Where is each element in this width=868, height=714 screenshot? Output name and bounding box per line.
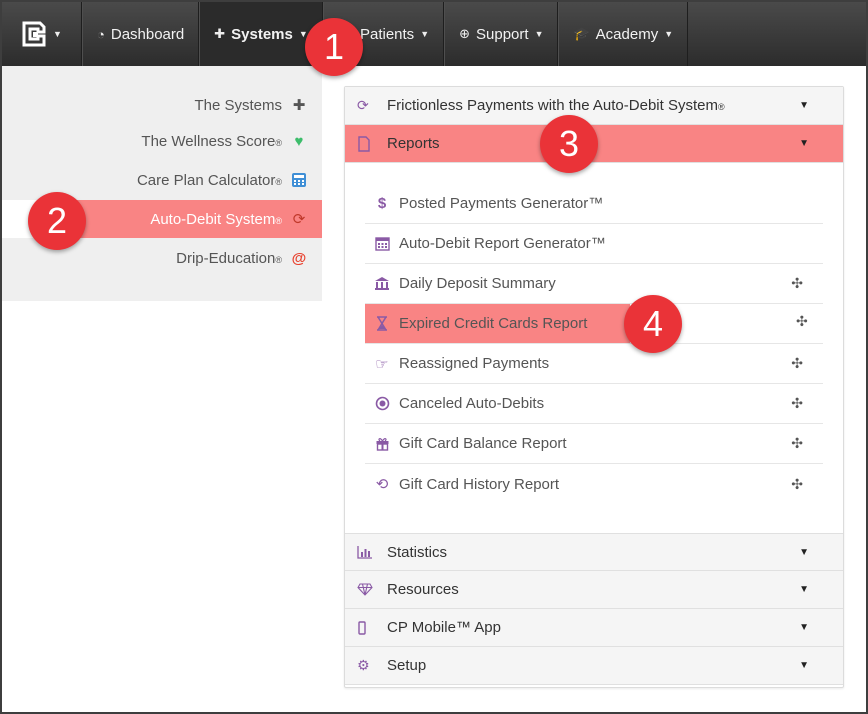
dollar-icon: $ [377, 195, 387, 212]
report-auto-debit-generator[interactable]: Auto-Debit Report Generator™ [365, 224, 823, 264]
hand-point-icon: ☞ [375, 355, 389, 373]
puzzle-icon: ✚ [214, 26, 226, 41]
pinwheel-icon[interactable]: ✣ [791, 476, 803, 493]
report-label: Posted Payments Generator™ [399, 195, 604, 212]
nav-patients-label: Patients [359, 25, 415, 43]
report-gift-card-balance[interactable]: Gift Card Balance Report ✣ [365, 424, 823, 464]
heart-pulse-icon: ♥ [294, 132, 304, 150]
callout-badge-2: 2 [28, 192, 86, 250]
report-gift-card-history[interactable]: ⟲ Gift Card History Report ✣ [365, 464, 823, 504]
pinwheel-icon[interactable]: ✣ [791, 395, 803, 412]
pinwheel-icon[interactable]: ✣ [796, 313, 808, 330]
nav-systems[interactable]: ✚ Systems ▼ [199, 2, 323, 66]
diamond-icon [357, 583, 387, 596]
report-expired-credit-cards[interactable]: Expired Credit Cards Report [365, 304, 630, 344]
lifebuoy-icon: ⊕ [459, 26, 471, 41]
panel-title: CP Mobile™ App [387, 619, 501, 636]
panel-title: Statistics [387, 543, 448, 561]
caret-down-icon: ▼ [664, 29, 674, 39]
caret-down-icon: ▼ [53, 29, 62, 39]
file-icon [357, 135, 387, 152]
callout-badge-3: 3 [540, 115, 598, 173]
gift-icon [365, 436, 399, 451]
panel-cp-mobile-app[interactable]: CP Mobile™ App ▼ [345, 609, 843, 647]
caret-down-icon: ▼ [799, 660, 809, 671]
at-sign-icon: @ [291, 249, 307, 267]
sidebar-item-the-systems[interactable]: The Systems ✚ [2, 86, 322, 124]
brand-logo-icon [22, 21, 46, 47]
caret-down-icon: ▼ [799, 100, 809, 111]
caret-down-icon: ▼ [420, 29, 430, 39]
puzzle-icon: ✚ [292, 97, 306, 114]
panel-title: Frictionless Payments with the Auto-Debi… [387, 97, 725, 114]
report-canceled-auto-debits[interactable]: Canceled Auto-Debits ✣ [365, 384, 823, 424]
panel-frictionless-payments[interactable]: ⟳ Frictionless Payments with the Auto-De… [345, 87, 843, 125]
reports-accordion: ⟳ Frictionless Payments with the Auto-De… [344, 86, 844, 688]
panel-resources[interactable]: Resources ▼ [345, 571, 843, 609]
sidebar-item-label: Drip-Education® [176, 249, 282, 267]
panel-setup[interactable]: ⚙ Setup ▼ [345, 647, 843, 685]
brand-menu[interactable]: ▼ [2, 2, 82, 66]
top-navbar: ▼ ◔ Dashboard ✚ Systems ▼ 👥 Patients ▼ ⊕… [2, 2, 866, 66]
nav-academy-label: Academy [595, 25, 659, 43]
report-label: Canceled Auto-Debits [399, 395, 545, 412]
report-label: Auto-Debit Report Generator™ [399, 235, 606, 252]
nav-academy[interactable]: 🎓 Academy ▼ [558, 2, 689, 66]
sidebar-item-wellness-score[interactable]: The Wellness Score® ♥ [2, 122, 322, 160]
sidebar-footer-area [2, 301, 322, 712]
caret-down-icon: ▼ [799, 584, 809, 595]
caret-down-icon: ▼ [799, 546, 809, 558]
panel-statistics[interactable]: Statistics ▼ [345, 533, 843, 571]
report-label: Gift Card Balance Report [399, 435, 567, 452]
callout-badge-4: 4 [624, 295, 682, 353]
callout-badge-1: 1 [305, 18, 363, 76]
gears-icon: ⚙ [357, 657, 370, 673]
nav-support[interactable]: ⊕ Support ▼ [444, 2, 559, 66]
sidebar-item-label: Care Plan Calculator® [136, 171, 282, 189]
app-window: ▼ ◔ Dashboard ✚ Systems ▼ 👥 Patients ▼ ⊕… [0, 0, 868, 714]
panel-title: Setup [387, 657, 427, 674]
mobile-icon [357, 620, 387, 635]
refresh-icon: ⟳ [292, 211, 306, 228]
history-icon: ⟲ [375, 476, 389, 493]
report-label: Expired Credit Cards Report [399, 315, 588, 332]
panel-title: Reports [387, 135, 440, 152]
dashboard-icon: ◔ [97, 26, 105, 42]
report-reassigned-payments[interactable]: ☞ Reassigned Payments ✣ [365, 344, 823, 384]
pinwheel-icon[interactable]: ✣ [791, 275, 803, 292]
report-label: Gift Card History Report [399, 475, 560, 493]
caret-down-icon: ▼ [799, 138, 809, 149]
nav-dashboard[interactable]: ◔ Dashboard [82, 2, 200, 66]
report-posted-payments[interactable]: $ Posted Payments Generator™ [365, 184, 823, 224]
refresh-icon: ⟳ [357, 97, 369, 113]
hourglass-icon [365, 316, 399, 331]
report-daily-deposit[interactable]: Daily Deposit Summary ✣ [365, 264, 823, 304]
calendar-icon [365, 236, 399, 251]
nav-support-label: Support [476, 25, 529, 43]
sidebar-item-label: The Wellness Score® [141, 132, 282, 150]
sidebar-item-label: Auto-Debit System® [150, 210, 282, 228]
pinwheel-icon[interactable]: ✣ [791, 435, 803, 452]
calculator-icon [290, 171, 308, 189]
caret-down-icon: ▼ [534, 29, 544, 39]
report-label: Daily Deposit Summary [399, 275, 556, 292]
graduation-cap-icon: 🎓 [573, 26, 590, 41]
nav-dashboard-label: Dashboard [110, 25, 185, 43]
pinwheel-icon[interactable]: ✣ [791, 355, 803, 372]
sidebar-item-label: The Systems [194, 96, 282, 114]
report-label: Reassigned Payments [399, 355, 550, 372]
stop-circle-icon [365, 396, 399, 411]
caret-down-icon: ▼ [799, 622, 809, 633]
panel-title: Resources [387, 581, 459, 598]
bank-icon [365, 276, 399, 291]
bar-chart-icon [357, 545, 387, 559]
nav-systems-label: Systems [231, 25, 293, 43]
